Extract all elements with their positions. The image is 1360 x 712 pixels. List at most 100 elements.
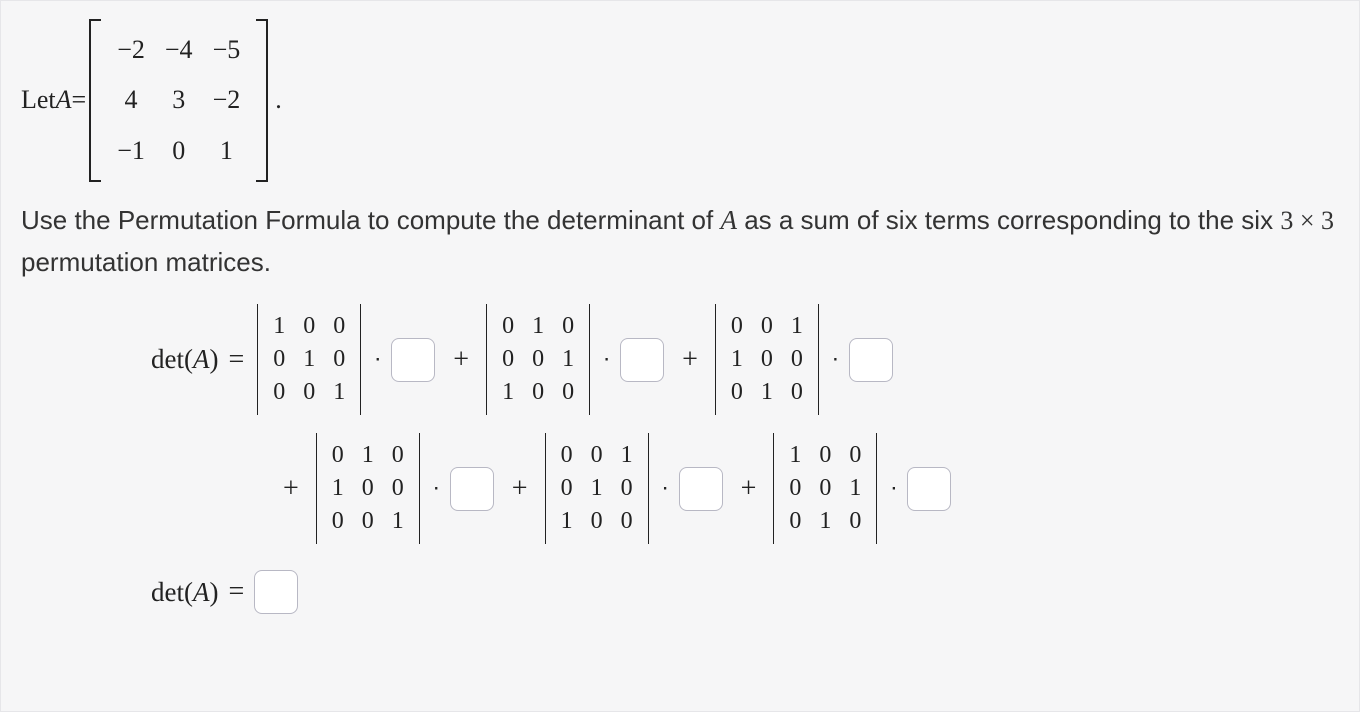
matrix-cell: 0 [553,376,583,409]
dot: ⋅ [832,347,839,373]
left-bracket [89,19,101,182]
matrix-cell: 0 [752,310,782,343]
det-bar-right [818,304,819,415]
matrix-A-grid: −2−4−543−2−101 [101,19,256,182]
matrix-cell: 1 [722,343,752,376]
instruction-part3: permutation matrices. [21,247,271,277]
plus: + [741,473,757,505]
matrix-cell: 4 [107,75,155,125]
equals-sign: = [72,80,87,120]
matrix-A: −2−4−543−2−101 [89,19,268,182]
matrix-cell: 0 [722,310,752,343]
answer-input-3[interactable] [849,338,893,382]
matrix-cell: 0 [523,343,553,376]
close-paren: ) [210,344,219,374]
matrix-cell: −4 [155,25,203,75]
answer-input-5[interactable] [679,467,723,511]
matrix-cell: 0 [780,505,810,538]
perm-matrix-5: 001010100 [545,433,649,544]
dot: ⋅ [374,347,381,373]
term-3: 001100010 ⋅ [712,304,893,415]
instruction-part2: as a sum of six terms corresponding to t… [737,205,1280,235]
intro-line: Let A = −2−4−543−2−101 . [21,19,1339,182]
matrix-cell: 0 [552,472,582,505]
matrix-cell: 0 [810,472,840,505]
det-label-final: det(A) [151,577,219,608]
perm-matrix-grid-1: 100010001 [258,304,360,415]
instruction-text: Use the Permutation Formula to compute t… [21,200,1339,282]
matrix-cell: 1 [552,505,582,538]
matrix-cell: 1 [203,126,251,176]
matrix-cell: 0 [383,472,413,505]
det-bar-right [589,304,590,415]
matrix-cell: 0 [553,310,583,343]
open-paren: ( [184,577,193,607]
det-bar-right [876,433,877,544]
matrix-cell: 1 [493,376,523,409]
equals: = [229,344,245,376]
matrix-cell: 0 [294,376,324,409]
det-bar-right [648,433,649,544]
let-text: Let [21,80,56,120]
matrix-cell: 0 [323,439,353,472]
matrix-cell: 3 [155,75,203,125]
perm-matrix-grid-6: 100001010 [774,433,876,544]
matrix-cell: 0 [552,439,582,472]
matrix-cell: 0 [782,343,812,376]
det-word: det [151,344,184,374]
problem-page: Let A = −2−4−543−2−101 . Use the Permuta… [0,0,1360,712]
perm-matrix-grid-4: 010100001 [317,433,419,544]
plus: + [512,473,528,505]
plus: + [283,473,299,505]
matrix-cell: 0 [782,376,812,409]
matrix-cell: 1 [523,310,553,343]
matrix-cell: 1 [840,472,870,505]
perm-matrix-4: 010100001 [316,433,420,544]
det-label: det(A) [151,344,219,375]
answer-input-6[interactable] [907,467,951,511]
matrix-cell: 1 [383,505,413,538]
matrix-cell: 1 [553,343,583,376]
matrix-cell: −2 [203,75,251,125]
matrix-cell: 0 [722,376,752,409]
matrix-cell: 0 [264,376,294,409]
perm-matrix-2: 010001100 [486,304,590,415]
instruction-A: A [720,205,737,235]
dot: ⋅ [890,476,897,502]
term-6: 100001010 ⋅ [770,433,951,544]
det-A: A [193,577,210,607]
perm-matrix-1: 100010001 [257,304,361,415]
perm-matrix-grid-3: 001100010 [716,304,818,415]
matrix-cell: 1 [780,439,810,472]
matrix-cell: −2 [107,25,155,75]
instruction-part1: Use the Permutation Formula to compute t… [21,205,720,235]
matrix-cell: 0 [493,343,523,376]
answer-input-2[interactable] [620,338,664,382]
term-4: 010100001 ⋅ [313,433,494,544]
right-bracket [256,19,268,182]
final-answer-input[interactable] [254,570,298,614]
dot: ⋅ [433,476,440,502]
term-5: 001010100 ⋅ [542,433,723,544]
answer-input-1[interactable] [391,338,435,382]
det-A: A [193,344,210,374]
expression-line-1: det(A) = 100010001 ⋅ + 010001100 [151,304,1339,415]
matrix-cell: 0 [612,505,642,538]
det-bar-right [419,433,420,544]
dot: ⋅ [603,347,610,373]
matrix-cell: −1 [107,126,155,176]
matrix-cell: 0 [840,505,870,538]
answer-input-4[interactable] [450,467,494,511]
open-paren: ( [184,344,193,374]
matrix-cell: 0 [493,310,523,343]
matrix-cell: 0 [323,505,353,538]
dot: ⋅ [662,476,669,502]
matrix-cell: −5 [203,25,251,75]
matrix-cell: 0 [324,343,354,376]
close-paren: ) [210,577,219,607]
matrix-cell: 0 [324,310,354,343]
matrix-cell: 0 [523,376,553,409]
matrix-cell: 0 [294,310,324,343]
matrix-cell: 0 [582,505,612,538]
matrix-cell: 1 [752,376,782,409]
